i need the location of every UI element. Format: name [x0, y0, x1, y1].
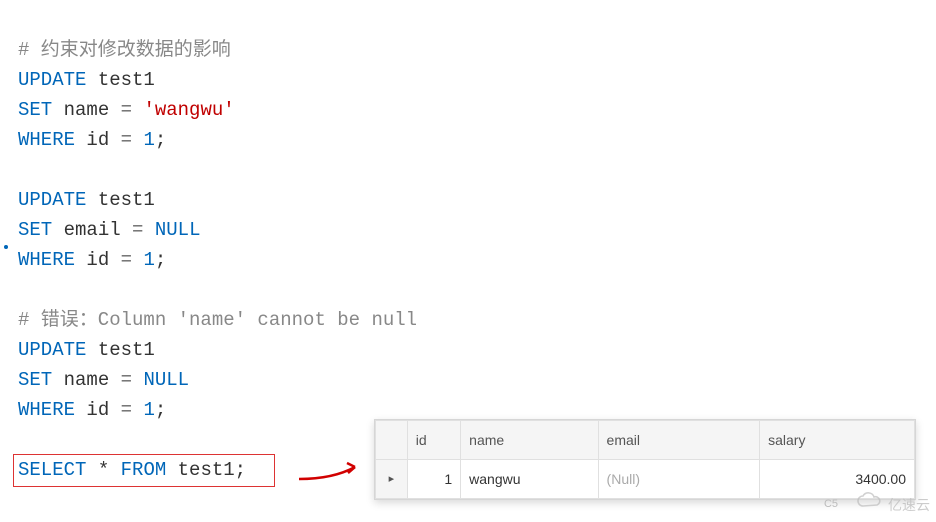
field-id: id: [86, 399, 109, 421]
kw-set: SET: [18, 99, 52, 121]
string-literal: 'wangwu': [143, 99, 234, 121]
semicolon: ;: [155, 249, 166, 271]
col-header-salary[interactable]: salary: [760, 421, 915, 460]
col-header-id[interactable]: id: [407, 421, 460, 460]
cell-id[interactable]: 1: [407, 460, 460, 499]
kw-update: UPDATE: [18, 339, 86, 361]
result-grid[interactable]: id name email salary ▸ 1 wangwu (Null) 3…: [374, 419, 916, 500]
watermark-text: 亿速云: [888, 490, 930, 520]
row-marker-header: [376, 421, 408, 460]
kw-where: WHERE: [18, 129, 75, 151]
field-id: id: [86, 249, 109, 271]
op-eq: =: [121, 369, 132, 391]
field-id: id: [86, 129, 109, 151]
ident-table: test1: [98, 69, 155, 91]
col-header-email[interactable]: email: [598, 421, 760, 460]
watermark: 亿速云: [856, 490, 930, 520]
semicolon: ;: [155, 129, 166, 151]
row-marker: ▸: [376, 460, 408, 499]
ident-table: test1: [98, 189, 155, 211]
op-eq: =: [121, 399, 132, 421]
table-header-row: id name email salary: [376, 421, 915, 460]
field-email: email: [64, 219, 121, 241]
kw-where: WHERE: [18, 399, 75, 421]
col-header-name[interactable]: name: [461, 421, 598, 460]
semicolon: ;: [155, 399, 166, 421]
cloud-icon: [856, 490, 884, 520]
num-literal: 1: [143, 399, 154, 421]
op-eq: =: [132, 219, 143, 241]
ident-table: test1: [98, 339, 155, 361]
selection-highlight: [13, 454, 275, 487]
num-literal: 1: [143, 129, 154, 151]
kw-set: SET: [18, 369, 52, 391]
kw-update: UPDATE: [18, 189, 86, 211]
op-eq: =: [121, 249, 132, 271]
comment-line-2: # 错误：Column 'name' cannot be null: [18, 309, 417, 331]
kw-null: NULL: [143, 369, 189, 391]
kw-set: SET: [18, 219, 52, 241]
field-name: name: [64, 369, 110, 391]
kw-where: WHERE: [18, 249, 75, 271]
num-literal: 1: [143, 249, 154, 271]
field-name: name: [64, 99, 110, 121]
arrow-icon: [297, 455, 369, 485]
cell-email[interactable]: (Null): [598, 460, 760, 499]
op-eq: =: [121, 129, 132, 151]
code-block: # 约束对修改数据的影响 UPDATE test1 SET name = 'wa…: [18, 5, 417, 485]
kw-update: UPDATE: [18, 69, 86, 91]
op-eq: =: [121, 99, 132, 121]
kw-null: NULL: [155, 219, 201, 241]
cell-name[interactable]: wangwu: [461, 460, 598, 499]
gutter-marker: [4, 245, 8, 249]
comment-line-1: # 约束对修改数据的影响: [18, 39, 231, 61]
corner-label: C5: [824, 489, 838, 519]
